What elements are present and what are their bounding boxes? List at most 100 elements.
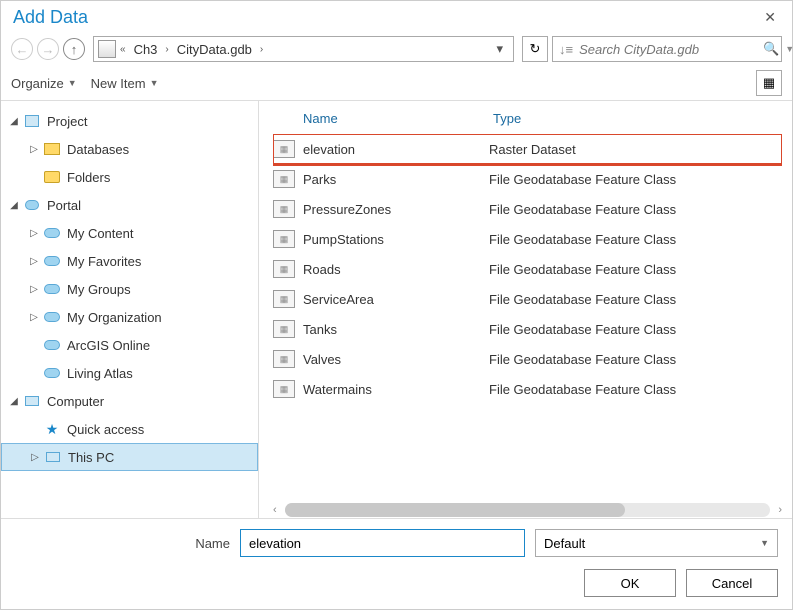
- search-icon[interactable]: 🔍: [763, 41, 779, 57]
- cancel-button[interactable]: Cancel: [686, 569, 778, 597]
- nav-forward-button[interactable]: →: [37, 38, 59, 60]
- horizontal-scrollbar[interactable]: ‹ ›: [273, 502, 782, 518]
- nav-up-button[interactable]: ↑: [63, 38, 85, 60]
- item-name: ServiceArea: [303, 292, 489, 307]
- dataset-icon: ▦: [273, 290, 295, 308]
- tree-node-computer[interactable]: ◢Computer: [1, 387, 258, 415]
- search-box[interactable]: ↓≡ 🔍 ▼: [552, 36, 782, 62]
- chevron-down-icon: ▼: [68, 78, 77, 88]
- list-item[interactable]: ▦ WatermainsFile Geodatabase Feature Clas…: [273, 374, 782, 404]
- collapse-icon[interactable]: ◢: [7, 200, 21, 211]
- item-name: Tanks: [303, 322, 489, 337]
- list-item[interactable]: ▦ PressureZonesFile Geodatabase Feature C…: [273, 194, 782, 224]
- tree-node-arcgis-online[interactable]: ArcGIS Online: [1, 331, 258, 359]
- item-type: File Geodatabase Feature Class: [489, 202, 676, 217]
- monitor-icon: [46, 452, 60, 462]
- chevron-icon: «: [120, 44, 126, 55]
- tree-node-my-favorites[interactable]: ▷My Favorites: [1, 247, 258, 275]
- collapse-icon[interactable]: ◢: [7, 396, 21, 407]
- chevron-down-icon: ▼: [760, 538, 769, 548]
- item-type: File Geodatabase Feature Class: [489, 322, 676, 337]
- item-list[interactable]: ▦elevationRaster Dataset▦ParksFile Geoda…: [273, 134, 782, 498]
- item-name: Roads: [303, 262, 489, 277]
- cloud-star-icon: [44, 256, 60, 266]
- scroll-left-icon[interactable]: ‹: [273, 504, 277, 516]
- list-item[interactable]: ▦ValvesFile Geodatabase Feature Class: [273, 344, 782, 374]
- item-name: elevation: [303, 142, 489, 157]
- catalog-tree[interactable]: ◢Project ▷Databases Folders ◢Portal ▷My …: [1, 101, 259, 518]
- path-segment[interactable]: Ch3: [130, 42, 162, 57]
- item-name: PumpStations: [303, 232, 489, 247]
- filter-select[interactable]: Default ▼: [535, 529, 778, 557]
- tree-node-folders[interactable]: Folders: [1, 163, 258, 191]
- dataset-icon: ▦: [273, 320, 295, 338]
- tree-node-databases[interactable]: ▷Databases: [1, 135, 258, 163]
- scroll-right-icon[interactable]: ›: [778, 504, 782, 516]
- dataset-icon: ▦: [273, 140, 295, 158]
- item-type: File Geodatabase Feature Class: [489, 172, 676, 187]
- dataset-icon: ▦: [273, 380, 295, 398]
- column-header-type[interactable]: Type: [493, 111, 521, 126]
- list-item[interactable]: ▦ elevationRaster Dataset: [273, 134, 782, 164]
- search-input[interactable]: [579, 42, 757, 57]
- chevron-down-icon: ▼: [150, 78, 159, 88]
- cloud-icon: [25, 200, 39, 210]
- expand-icon[interactable]: ▷: [27, 144, 41, 155]
- refresh-button[interactable]: ↻: [522, 36, 548, 62]
- scrollbar-thumb[interactable]: [285, 503, 625, 517]
- view-mode-button[interactable]: ▦: [756, 70, 782, 96]
- tree-node-portal[interactable]: ◢Portal: [1, 191, 258, 219]
- item-type: File Geodatabase Feature Class: [489, 382, 676, 397]
- dialog-title: Add Data: [13, 7, 758, 28]
- tree-node-project[interactable]: ◢Project: [1, 107, 258, 135]
- item-type: File Geodatabase Feature Class: [489, 352, 676, 367]
- organize-menu[interactable]: Organize▼: [11, 76, 77, 91]
- close-icon[interactable]: ✕: [758, 7, 782, 28]
- tree-node-quick-access[interactable]: ★Quick access: [1, 415, 258, 443]
- sort-icon[interactable]: ↓≡: [559, 42, 573, 57]
- cloud-icon: [44, 340, 60, 350]
- expand-icon[interactable]: ▷: [27, 228, 41, 239]
- tree-node-my-org[interactable]: ▷My Organization: [1, 303, 258, 331]
- name-field-label: Name: [15, 536, 230, 551]
- chevron-right-icon: ›: [260, 44, 263, 55]
- expand-icon[interactable]: ▷: [27, 312, 41, 323]
- column-header-name[interactable]: Name: [303, 111, 493, 126]
- collapse-icon[interactable]: ◢: [7, 116, 21, 127]
- item-type: Raster Dataset: [489, 142, 576, 157]
- dataset-icon: ▦: [273, 260, 295, 278]
- star-icon: ★: [46, 421, 59, 438]
- new-item-menu[interactable]: New Item▼: [91, 76, 159, 91]
- list-item[interactable]: ▦RoadsFile Geodatabase Feature Class: [273, 254, 782, 284]
- name-input[interactable]: [240, 529, 525, 557]
- list-item[interactable]: ▦PumpStationsFile Geodatabase Feature Cl…: [273, 224, 782, 254]
- cloud-group-icon: [44, 284, 60, 294]
- tree-node-living-atlas[interactable]: Living Atlas: [1, 359, 258, 387]
- computer-icon: [25, 396, 39, 406]
- path-root-icon[interactable]: [98, 40, 116, 58]
- expand-icon[interactable]: ▷: [28, 452, 42, 463]
- item-name: PressureZones: [303, 202, 489, 217]
- column-header-row: Name Type: [273, 107, 782, 134]
- list-item[interactable]: ▦ParksFile Geodatabase Feature Class: [273, 164, 782, 194]
- ok-button[interactable]: OK: [584, 569, 676, 597]
- expand-icon[interactable]: ▷: [27, 284, 41, 295]
- list-item[interactable]: ▦ServiceAreaFile Geodatabase Feature Cla…: [273, 284, 782, 314]
- path-breadcrumb[interactable]: « Ch3 › CityData.gdb › ▾: [93, 36, 514, 62]
- search-dropdown-icon[interactable]: ▼: [785, 44, 793, 54]
- item-name: Valves: [303, 352, 489, 367]
- expand-icon[interactable]: ▷: [27, 256, 41, 267]
- item-name: Watermains: [303, 382, 489, 397]
- path-segment[interactable]: CityData.gdb: [173, 42, 256, 57]
- item-name: Parks: [303, 172, 489, 187]
- database-icon: [44, 143, 60, 155]
- project-icon: [25, 115, 39, 127]
- nav-back-button[interactable]: ←: [11, 38, 33, 60]
- list-item[interactable]: ▦ TanksFile Geodatabase Feature Class: [273, 314, 782, 344]
- tree-node-my-groups[interactable]: ▷My Groups: [1, 275, 258, 303]
- tree-node-this-pc[interactable]: ▷This PC: [1, 443, 258, 471]
- cloud-home-icon: [44, 228, 60, 238]
- dataset-icon: ▦: [273, 200, 295, 218]
- path-dropdown-icon[interactable]: ▾: [490, 41, 509, 57]
- tree-node-my-content[interactable]: ▷My Content: [1, 219, 258, 247]
